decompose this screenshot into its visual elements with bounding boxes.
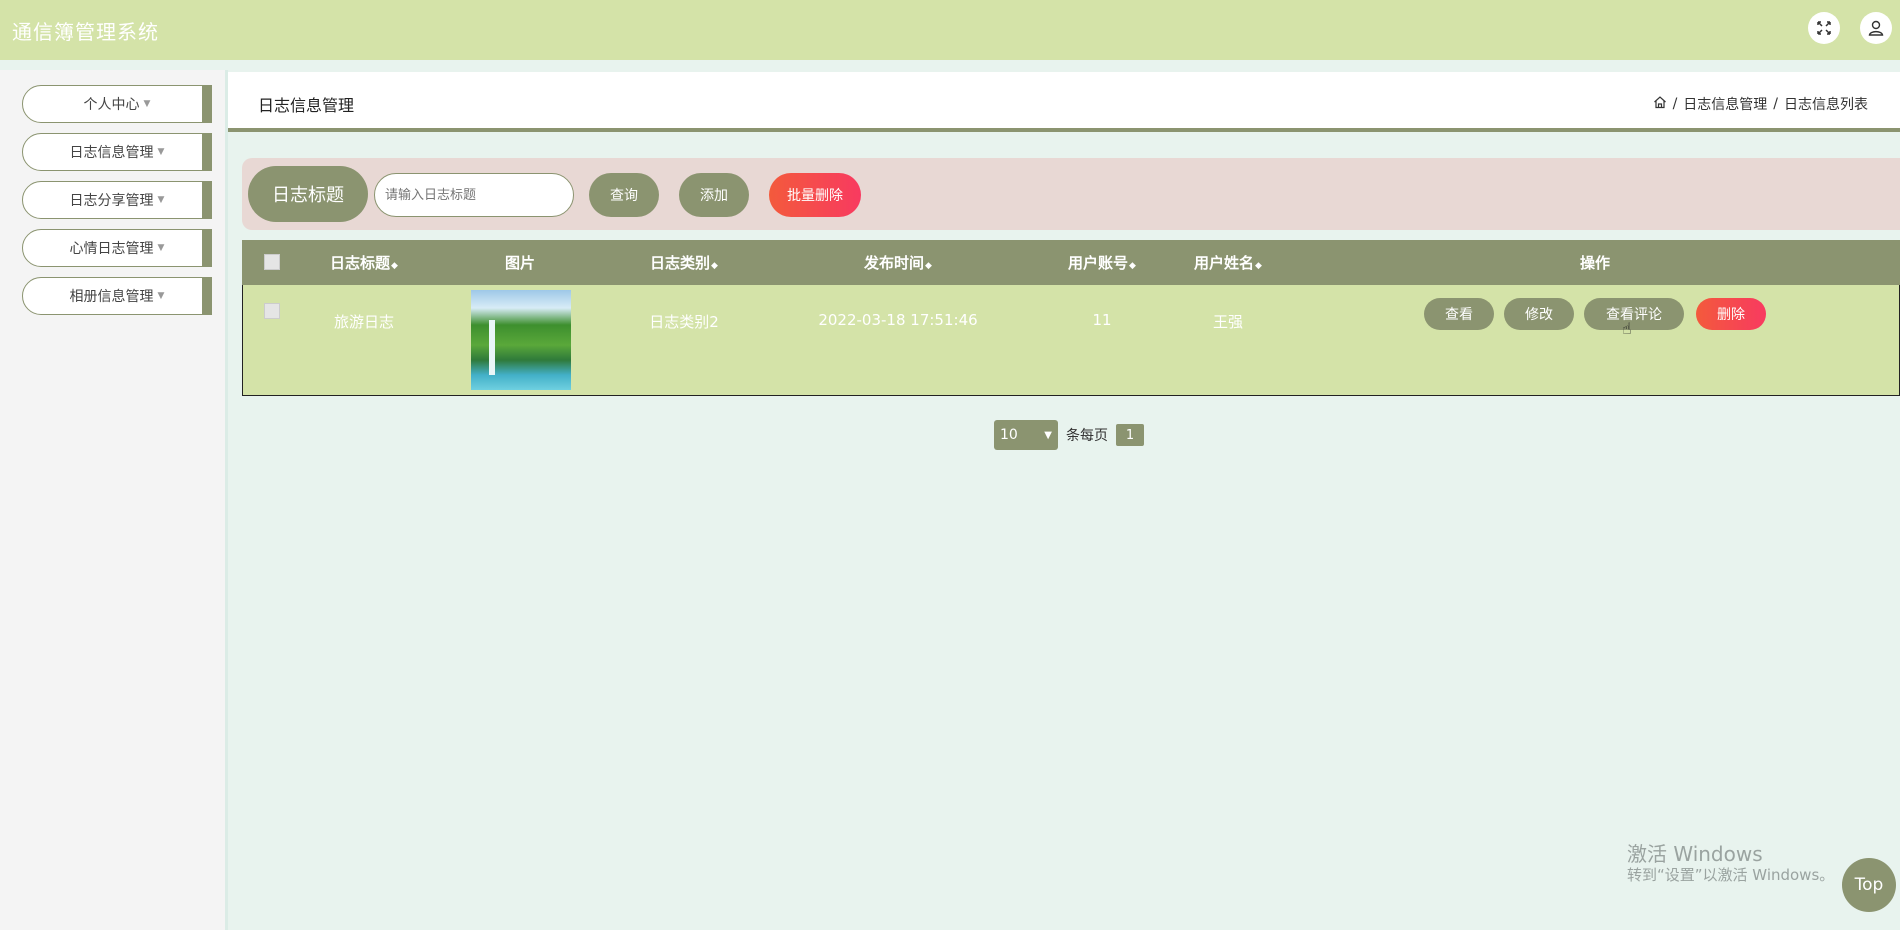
sidebar-item-log-share[interactable]: 日志分享管理 ▼	[22, 181, 212, 219]
page-title: 日志信息管理	[258, 96, 355, 115]
breadcrumb-separator: /	[1773, 96, 1778, 112]
table-header: 日志标题◆ 图片 日志类别◆ 发布时间◆ 用户账号◆ 用户姓名◆ 操作	[242, 240, 1900, 285]
cell-name: 王强	[1212, 313, 1244, 331]
sidebar-item-label: 心情日志管理	[69, 241, 154, 257]
page-number-button[interactable]: 1	[1116, 424, 1144, 446]
sidebar-item-accent	[202, 133, 212, 171]
view-button[interactable]: 查看	[1424, 298, 1494, 330]
column-header-time[interactable]: 发布时间◆	[864, 252, 932, 273]
user-icon-svg	[1868, 20, 1884, 36]
view-comments-button[interactable]: 查看评论	[1584, 298, 1684, 330]
caret-down-icon: ▼	[157, 195, 165, 205]
sidebar-item-album-info[interactable]: 相册信息管理 ▼	[22, 277, 212, 315]
breadcrumb-separator: /	[1672, 96, 1678, 112]
column-header-image: 图片	[504, 254, 536, 272]
caret-down-icon: ▼	[157, 147, 165, 157]
sidebar-item-personal-center[interactable]: 个人中心 ▼	[22, 85, 212, 123]
sort-icon: ◆	[1255, 261, 1262, 271]
sidebar-item-accent	[202, 229, 212, 267]
sort-icon: ◆	[391, 261, 398, 271]
sidebar-item-log-info[interactable]: 日志信息管理 ▼	[22, 133, 212, 171]
column-header-category[interactable]: 日志类别◆	[650, 252, 718, 273]
cell-category: 日志类别2	[649, 313, 719, 331]
sidebar-item-accent	[202, 181, 212, 219]
caret-down-icon: ▼	[157, 243, 165, 253]
sidebar-item-accent	[202, 277, 212, 315]
data-table: 日志标题◆ 图片 日志类别◆ 发布时间◆ 用户账号◆ 用户姓名◆ 操作 旅游日志…	[242, 240, 1900, 396]
image-detail	[489, 320, 495, 375]
column-header-label: 日志类别	[650, 254, 711, 272]
search-bar: 日志标题 查询 添加 批量删除	[242, 158, 1900, 230]
activation-watermark-title: 激活 Windows	[1627, 842, 1763, 866]
activation-watermark-hint: 转到“设置”以激活 Windows。	[1627, 866, 1835, 884]
column-header-title[interactable]: 日志标题◆	[330, 252, 398, 273]
sidebar-item-label: 相册信息管理	[69, 289, 154, 305]
cell-title: 旅游日志	[333, 313, 395, 331]
table-row: 旅游日志 日志类别2 2022-03-18 17:51:46 11 王强 查看 …	[242, 285, 1900, 396]
sidebar-item-accent	[202, 85, 212, 123]
per-page-label: 条每页	[1066, 428, 1108, 444]
cell-account: 11	[1092, 311, 1112, 329]
app-title: 通信簿管理系统	[12, 20, 159, 44]
add-button[interactable]: 添加	[679, 173, 749, 217]
chevron-down-icon: ▼	[1044, 429, 1052, 441]
back-to-top-button[interactable]: Top	[1842, 858, 1896, 912]
sidebar-item-label: 个人中心	[83, 97, 140, 113]
search-input[interactable]	[374, 173, 574, 217]
delete-button[interactable]: 删除	[1696, 298, 1766, 330]
caret-down-icon: ▼	[157, 291, 165, 301]
page-size-select[interactable]: 10 ▼	[994, 420, 1058, 450]
user-icon[interactable]	[1860, 12, 1892, 44]
breadcrumb-level2: 日志信息列表	[1784, 97, 1868, 113]
pagination: 10 ▼ 条每页 1	[994, 420, 1144, 450]
row-checkbox[interactable]	[264, 303, 280, 319]
cell-time: 2022-03-18 17:51:46	[818, 311, 978, 329]
home-icon[interactable]	[1653, 95, 1667, 113]
sort-icon: ◆	[1129, 261, 1136, 271]
breadcrumb: / 日志信息管理 / 日志信息列表	[1653, 94, 1868, 114]
log-image	[471, 290, 571, 390]
home-icon-svg	[1653, 96, 1666, 109]
expand-icon[interactable]	[1808, 12, 1840, 44]
caret-down-icon: ▼	[143, 99, 151, 109]
column-header-label: 用户姓名	[1194, 254, 1255, 272]
column-header-label: 日志标题	[330, 254, 391, 272]
query-button[interactable]: 查询	[589, 173, 659, 217]
edit-button[interactable]: 修改	[1504, 298, 1574, 330]
pointer-cursor-icon: ☝	[1622, 319, 1632, 338]
column-header-label: 发布时间	[864, 254, 925, 272]
column-header-actions: 操作	[1579, 254, 1611, 272]
column-header-name[interactable]: 用户姓名◆	[1194, 252, 1262, 273]
sort-icon: ◆	[711, 261, 718, 271]
sidebar: 个人中心 ▼ 日志信息管理 ▼ 日志分享管理 ▼ 心情日志管理 ▼ 相册信息管理…	[0, 70, 228, 930]
page-size-value: 10	[1000, 427, 1018, 443]
expand-icon-svg	[1817, 21, 1831, 35]
page-header: 日志信息管理 / 日志信息管理 / 日志信息列表	[228, 72, 1900, 132]
column-header-account[interactable]: 用户账号◆	[1068, 252, 1136, 273]
batch-delete-button[interactable]: 批量删除	[769, 173, 861, 217]
sidebar-item-label: 日志分享管理	[69, 193, 154, 209]
sort-icon: ◆	[925, 261, 932, 271]
column-header-label: 用户账号	[1068, 254, 1129, 272]
sidebar-item-label: 日志信息管理	[69, 145, 154, 161]
select-all-checkbox[interactable]	[264, 254, 280, 270]
breadcrumb-level1[interactable]: 日志信息管理	[1683, 94, 1767, 114]
sidebar-item-mood-log[interactable]: 心情日志管理 ▼	[22, 229, 212, 267]
search-label: 日志标题	[248, 166, 368, 222]
top-bar: 通信簿管理系统	[0, 0, 1900, 60]
